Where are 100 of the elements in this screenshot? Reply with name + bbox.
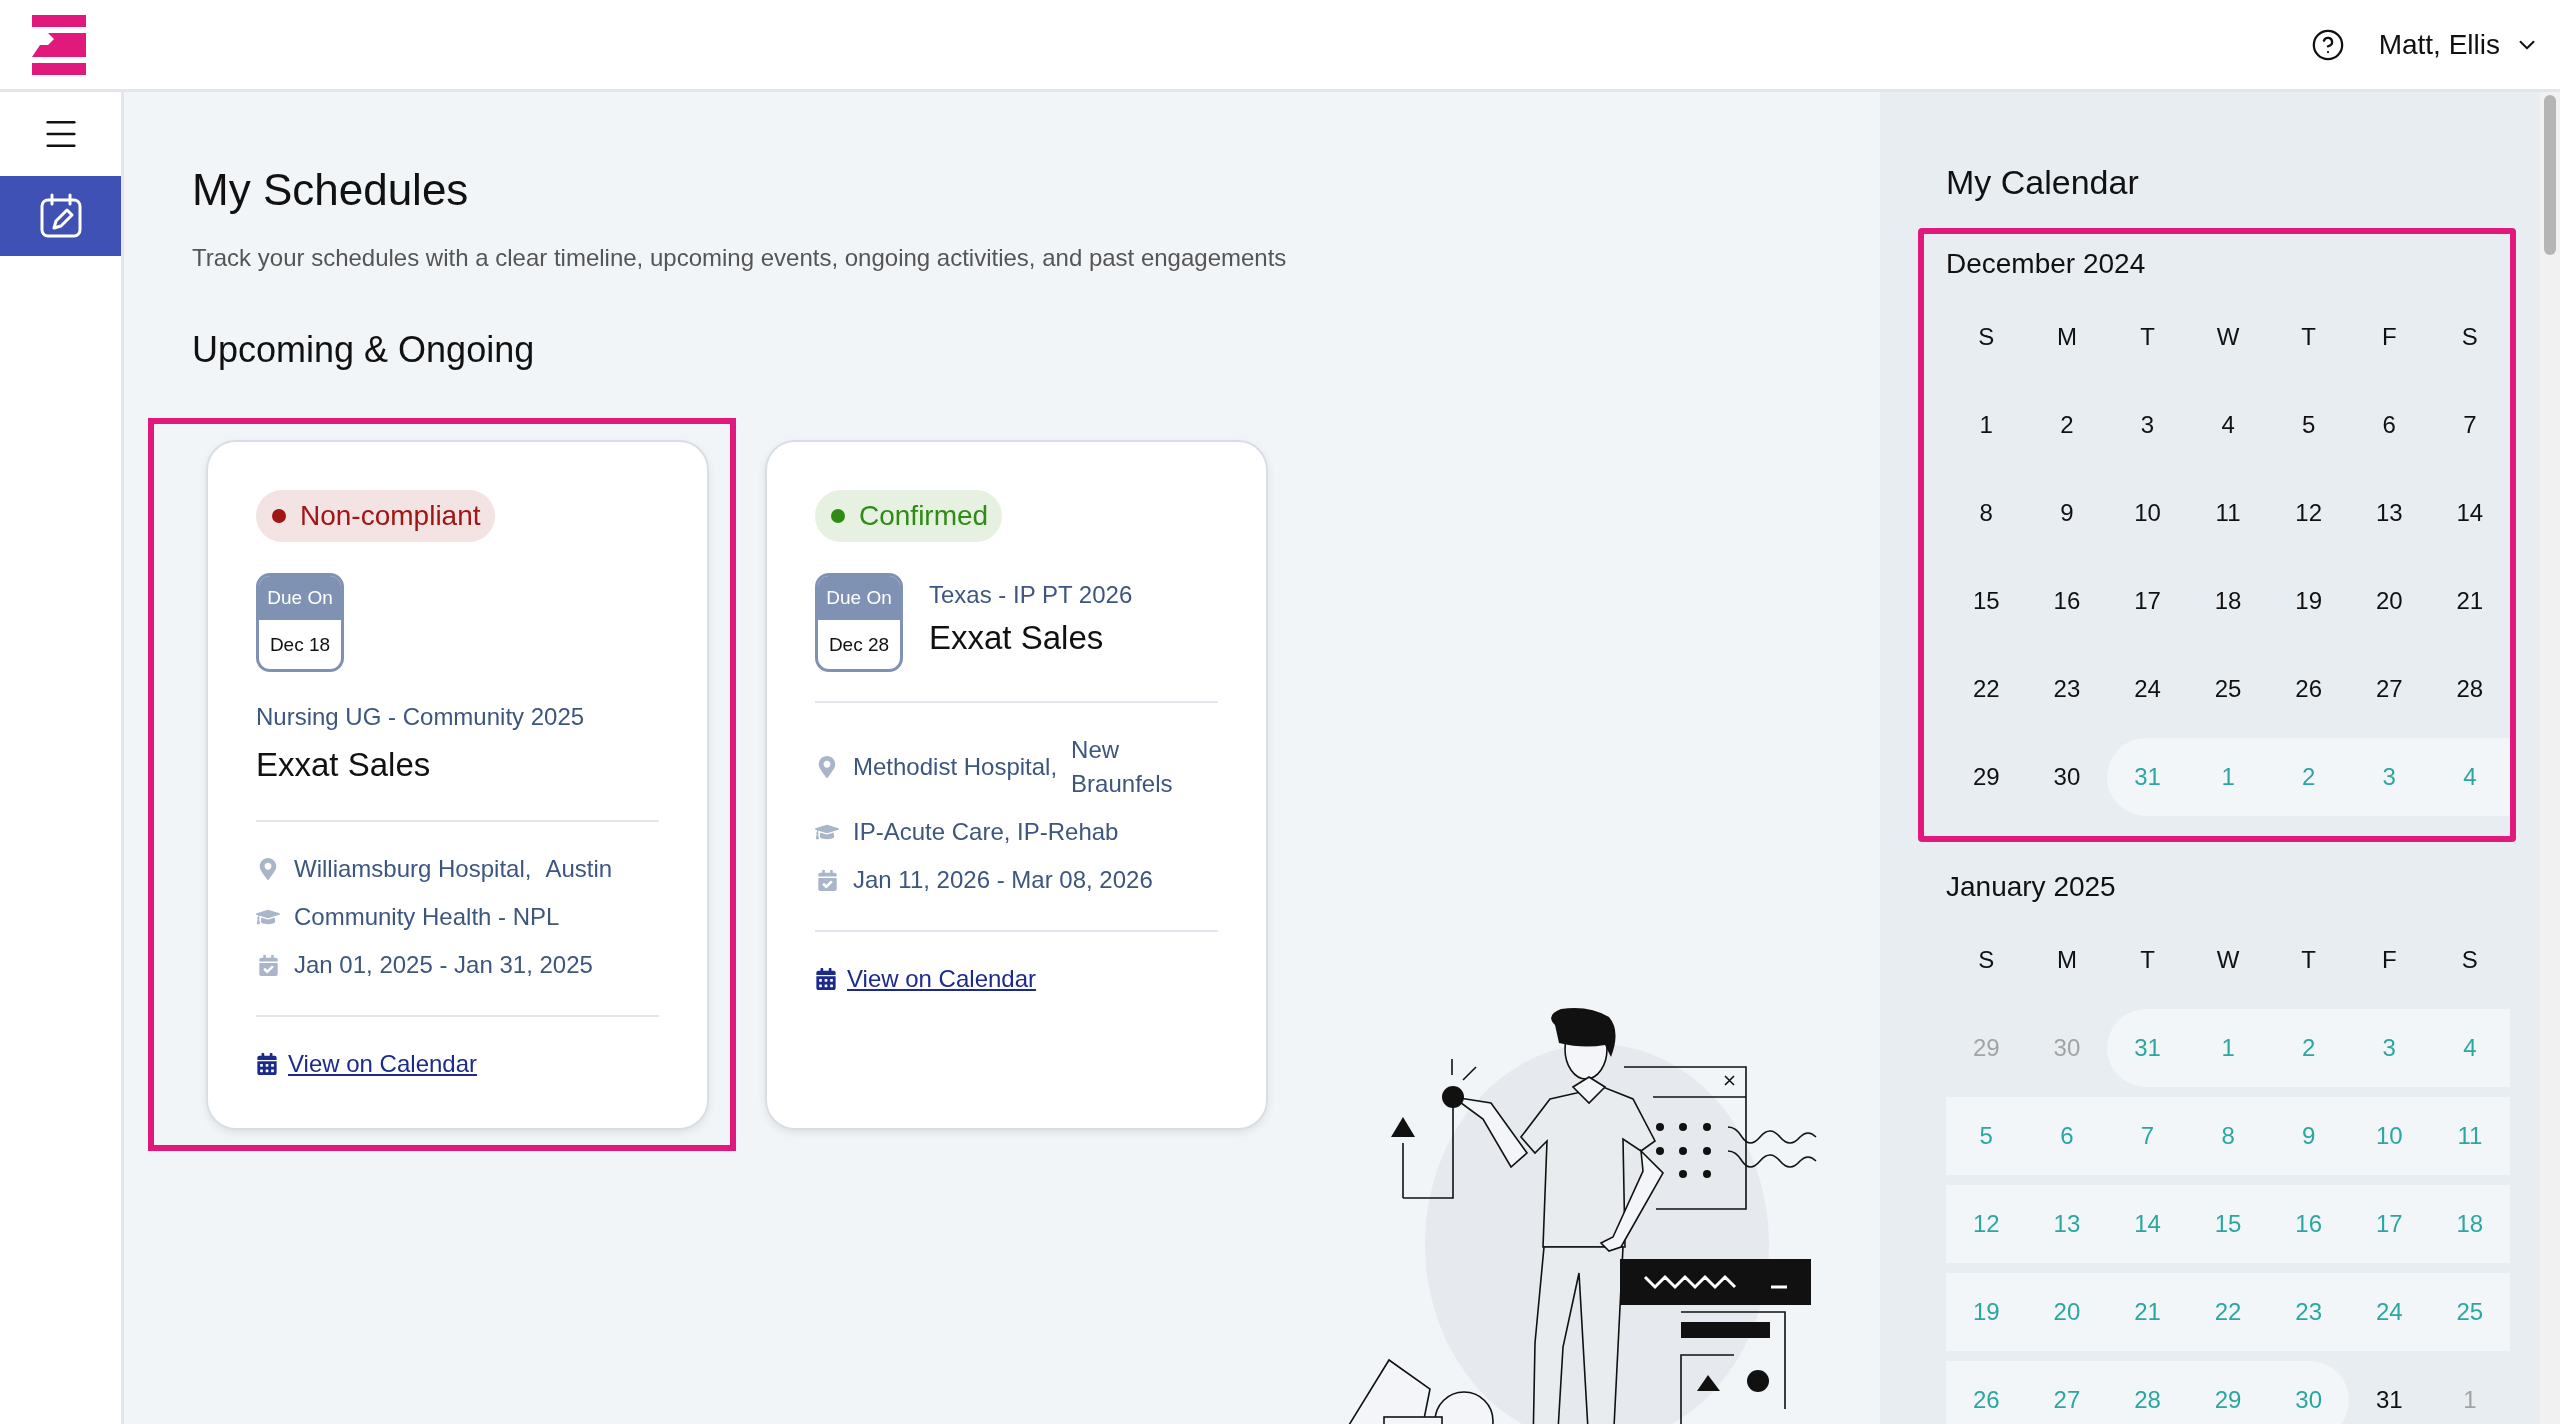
calendar-day[interactable]: 29	[1946, 738, 2027, 816]
calendar-day[interactable]: 27	[2348, 650, 2430, 728]
schedules-nav-item[interactable]	[0, 176, 121, 256]
calendar-day[interactable]: 8	[2187, 1097, 2269, 1175]
calendar-icon	[815, 968, 837, 990]
calendar-day[interactable]: 11	[2429, 1097, 2511, 1175]
calendar-day[interactable]: 31	[2107, 738, 2188, 816]
view-on-calendar-link[interactable]: View on Calendar	[256, 1047, 659, 1081]
calendar-day[interactable]: 26	[2268, 650, 2349, 728]
calendar-day[interactable]: 4	[2429, 1009, 2511, 1087]
page-subtitle: Track your schedules with a clear timeline, upcoming events, ongoing activities, and past engagements	[192, 243, 1288, 273]
calendar-day[interactable]: 1	[2187, 1009, 2269, 1087]
weekday-label: S	[2460, 945, 2479, 975]
calendar-day[interactable]: 18	[2187, 562, 2269, 640]
calendar-day[interactable]: 27	[2026, 1361, 2108, 1424]
calendar-day[interactable]: 9	[2026, 474, 2108, 552]
calendar-day[interactable]: 6	[2348, 386, 2430, 464]
calendar-day[interactable]: 10	[2107, 474, 2188, 552]
calendar-day[interactable]: 28	[2429, 650, 2511, 728]
scrollbar[interactable]	[2540, 92, 2560, 1424]
calendar-day[interactable]: 25	[2187, 650, 2269, 728]
month-title: January 2025	[1946, 870, 2117, 904]
weekday-label: T	[2300, 945, 2317, 975]
calendar-day[interactable]: 6	[2026, 1097, 2108, 1175]
calendar-day[interactable]: 2	[2268, 1009, 2349, 1087]
calendar-title: My Calendar	[1946, 162, 2140, 202]
section-title: Upcoming & Ongoing	[192, 328, 536, 372]
calendar-day[interactable]: 29	[1946, 1009, 2027, 1087]
calendar-day[interactable]: 22	[2187, 1273, 2269, 1351]
calendar-day[interactable]: 19	[1946, 1273, 2027, 1351]
calendar-day[interactable]: 18	[2429, 1185, 2511, 1263]
user-menu-button[interactable]: Matt, Ellis	[2378, 28, 2540, 61]
date-range: Jan 01, 2025 - Jan 31, 2025	[294, 950, 593, 980]
city-name: Austin	[545, 854, 613, 884]
calendar-day[interactable]: 9	[2268, 1097, 2349, 1175]
status-badge: Confirmed	[815, 490, 1003, 542]
calendar-day[interactable]: 4	[2429, 738, 2511, 816]
calendar-day[interactable]: 26	[1946, 1361, 2027, 1424]
calendar-day[interactable]: 14	[2429, 474, 2511, 552]
calendar-day[interactable]: 19	[2268, 562, 2349, 640]
calendar-icon	[256, 1053, 278, 1075]
view-on-calendar-link[interactable]: View on Calendar	[815, 962, 1218, 996]
program-name: Texas - IP PT 2026	[929, 580, 1133, 610]
calendar-day[interactable]: 21	[2429, 562, 2511, 640]
calendar-day[interactable]: 5	[1946, 1097, 2027, 1175]
calendar-day[interactable]: 30	[2268, 1361, 2349, 1424]
calendar-day[interactable]: 28	[2107, 1361, 2188, 1424]
calendar-day[interactable]: 15	[2187, 1185, 2269, 1263]
calendar-day[interactable]: 24	[2107, 650, 2188, 728]
schedule-title: Exxat Sales	[256, 745, 432, 785]
weekday-label: T	[2300, 322, 2317, 352]
specialty-text: Community Health - NPL	[294, 902, 560, 932]
calendar-day[interactable]: 23	[2268, 1273, 2349, 1351]
calendar-day[interactable]: 31	[2107, 1009, 2188, 1087]
calendar-day[interactable]: 14	[2107, 1185, 2188, 1263]
month-title: December 2024	[1946, 247, 2147, 281]
calendar-day[interactable]: 10	[2348, 1097, 2430, 1175]
calendar-day[interactable]: 29	[2187, 1361, 2269, 1424]
calendar-day[interactable]: 15	[1946, 562, 2027, 640]
calendar-day[interactable]: 20	[2348, 562, 2430, 640]
calendar-day[interactable]: 3	[2107, 386, 2188, 464]
calendar-day[interactable]: 22	[1946, 650, 2027, 728]
calendar-day[interactable]: 21	[2107, 1273, 2188, 1351]
calendar-day[interactable]: 13	[2348, 474, 2430, 552]
weekday-label: S	[1977, 322, 1996, 352]
calendar-day[interactable]: 1	[2187, 738, 2269, 816]
calendar-day[interactable]: 8	[1946, 474, 2027, 552]
weekday-label: M	[2055, 322, 2078, 352]
calendar-day[interactable]: 7	[2107, 1097, 2188, 1175]
calendar-day[interactable]: 3	[2348, 1009, 2430, 1087]
calendar-day[interactable]: 11	[2187, 474, 2269, 552]
calendar-day[interactable]: 31	[2348, 1361, 2430, 1424]
calendar-day[interactable]: 1	[1946, 386, 2027, 464]
calendar-day[interactable]: 17	[2107, 562, 2188, 640]
city-name: New Braunfels	[1071, 735, 1174, 799]
calendar-day[interactable]: 2	[2026, 386, 2108, 464]
calendar-day[interactable]: 4	[2187, 386, 2269, 464]
calendar-day[interactable]: 2	[2268, 738, 2349, 816]
calendar-day[interactable]: 16	[2026, 562, 2108, 640]
calendar-day[interactable]: 23	[2026, 650, 2108, 728]
calendar-day[interactable]: 20	[2026, 1273, 2108, 1351]
calendar-day[interactable]: 30	[2026, 1009, 2108, 1087]
weekday-label: T	[2139, 322, 2156, 352]
calendar-day[interactable]: 17	[2348, 1185, 2430, 1263]
calendar-day[interactable]: 12	[2268, 474, 2349, 552]
calendar-day[interactable]: 16	[2268, 1185, 2349, 1263]
calendar-day[interactable]: 30	[2026, 738, 2108, 816]
help-icon[interactable]	[2310, 27, 2345, 62]
calendar-day[interactable]: 24	[2348, 1273, 2430, 1351]
schedule-title: Exxat Sales	[929, 618, 1105, 658]
calendar-day[interactable]: 5	[2268, 386, 2349, 464]
page-title: My Schedules	[192, 164, 470, 216]
calendar-day[interactable]: 3	[2348, 738, 2430, 816]
calendar-day[interactable]: 12	[1946, 1185, 2027, 1263]
calendar-day[interactable]: 13	[2026, 1185, 2108, 1263]
status-badge: Non-compliant	[256, 490, 495, 542]
calendar-day[interactable]: 1	[2429, 1361, 2511, 1424]
calendar-day[interactable]: 7	[2429, 386, 2511, 464]
calendar-day[interactable]: 25	[2429, 1273, 2511, 1351]
scrollbar-thumb[interactable]	[2544, 95, 2556, 255]
